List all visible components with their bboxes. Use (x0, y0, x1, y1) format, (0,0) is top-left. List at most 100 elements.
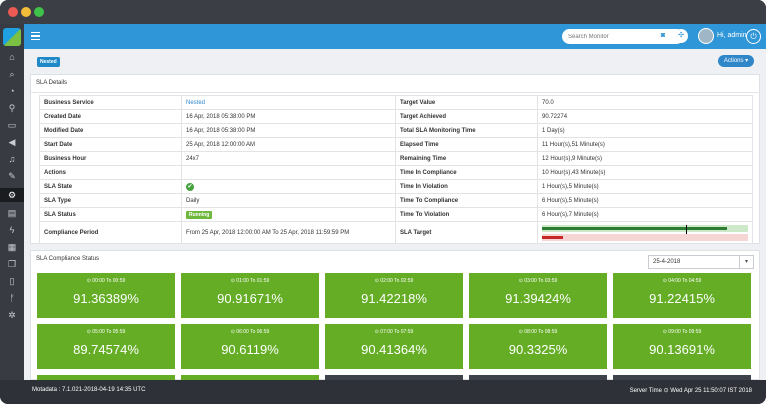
tile-time-range: ⊙ 08:00 To 08:59 (518, 329, 558, 335)
violation-fill (542, 235, 563, 239)
flow-icon[interactable]: ᚠ (7, 293, 17, 303)
tile-time-range: ⊙ 09:00 To 09:59 (662, 329, 702, 335)
sla-value: 24x7 (181, 151, 396, 166)
dashboard-icon[interactable]: ◔ (7, 86, 17, 96)
compliance-tile[interactable]: ⊙ 01:00 To 01:59 90.91671% (181, 273, 319, 318)
sla-value-text: From 25 Apr, 2018 12:00:00 AM To 25 Apr,… (186, 229, 350, 236)
main-content: Nested Actions ▾ SLA Details Business Se… (24, 49, 766, 383)
sla-label: Start Date (39, 137, 182, 152)
table-row: Compliance Period From 25 Apr, 2018 12:00… (39, 221, 753, 244)
sla-target-bar (542, 224, 748, 241)
announce-icon[interactable]: ◀ (7, 137, 17, 147)
date-select[interactable]: 25-4-2018 ▾ (648, 255, 754, 269)
tile-time-range: ⊙ 03:00 To 03:59 (518, 278, 558, 284)
divider (31, 92, 759, 93)
table-row: SLA State ✔ Time In Violation 1 Hour(s),5 M… (39, 179, 753, 194)
sla-label: Target Value (395, 95, 538, 110)
search-nav-icon[interactable]: ⌕ (7, 69, 17, 79)
sla-value-text: Daily (186, 197, 200, 204)
compliance-tile[interactable]: ⊙ 00:00 To 00:59 91.36389% (37, 273, 175, 318)
window-titlebar (0, 0, 766, 24)
sla-value-text: 25 Apr, 2018 12:00:00 AM (186, 141, 256, 148)
close-window-button[interactable] (8, 7, 18, 17)
tile-time-range: ⊙ 05:00 To 05:59 (86, 329, 126, 335)
sla-label: Actions (39, 165, 182, 180)
tile-percentage: 90.6119% (221, 342, 279, 357)
tools-icon[interactable]: ✎ (7, 171, 17, 181)
logout-power-icon[interactable]: ⏻ (746, 29, 761, 44)
report-icon[interactable]: ▤ (7, 208, 17, 218)
sidebar: ⌂ ⌕ ◔ ⚲ ▭ ◀ ♫ ✎ ⚙ ▤ ϟ ▦ ❐ ▯ ᚠ ✲ (0, 24, 24, 380)
target-achieved-fill (542, 226, 728, 230)
sla-value: 90.72274 (537, 109, 753, 124)
target-marker (686, 224, 688, 234)
network-icon[interactable]: ✣ (674, 29, 688, 43)
sla-value (181, 165, 396, 180)
sla-value: 1 Hour(s),5 Minute(s) (537, 179, 753, 194)
business-service-link[interactable]: Nested (186, 100, 205, 106)
table-row: SLA Type Daily Time To Compliance 6 Hour(s)… (39, 193, 753, 208)
tile-time-range: ⊙ 02:00 To 02:59 (374, 278, 414, 284)
calendar-icon[interactable]: ▦ (7, 242, 17, 252)
sla-value: 12 Hour(s),9 Minute(s) (537, 151, 753, 166)
topology-icon[interactable]: ⚲ (7, 103, 17, 113)
sla-details-title: SLA Details (36, 80, 68, 86)
sla-gears-icon[interactable]: ⚙ (0, 188, 24, 202)
version-info: Motadata : 7.1.021-2018-04-19 14:35 UTC (32, 387, 146, 393)
sla-label: Elapsed Time (395, 137, 538, 152)
compliance-tile[interactable]: ⊙ 03:00 To 03:59 91.39424% (469, 273, 607, 318)
monitor-icon[interactable]: ▭ (7, 120, 17, 130)
nested-tag: Nested (37, 57, 60, 67)
sla-label: Business Hour (39, 151, 182, 166)
table-row: Business Service Nested Target Value 70.0 (39, 95, 753, 110)
sla-value[interactable]: Nested (181, 95, 396, 110)
table-row: Start Date 25 Apr, 2018 12:00:00 AM Elapse… (39, 137, 753, 152)
tile-percentage: 90.91671% (217, 291, 283, 306)
sla-label: Time In Violation (395, 179, 538, 194)
tile-time-range: ⊙ 04:00 To 04:59 (662, 278, 702, 284)
sla-value: Running (181, 207, 396, 222)
compliance-tile[interactable]: ⊙ 05:00 To 05:59 89.74574% (37, 324, 175, 369)
avatar[interactable] (698, 28, 714, 44)
sla-label: SLA Target (395, 221, 538, 244)
compliance-tile[interactable]: ⊙ 07:00 To 07:59 90.41364% (325, 324, 463, 369)
alert-bell-icon[interactable]: ♫ (7, 154, 17, 164)
tile-percentage: 91.42218% (361, 291, 427, 306)
sla-value: 11 Hour(s),51 Minute(s) (537, 137, 753, 152)
sla-value-text: 16 Apr, 2018 05:38:00 PM (186, 127, 256, 134)
compliance-tile[interactable]: ⊙ 02:00 To 02:59 91.42218% (325, 273, 463, 318)
copy-icon[interactable]: ❐ (7, 259, 17, 269)
compliance-title: SLA Compliance Status (36, 256, 100, 262)
compliance-tile[interactable]: ⊙ 09:00 To 09:59 90.13691% (613, 324, 751, 369)
sla-label: Modified Date (39, 123, 182, 138)
compliance-tile[interactable]: ⊙ 08:00 To 08:59 90.3325% (469, 324, 607, 369)
sla-label: Created Date (39, 109, 182, 124)
tile-percentage: 90.3325% (508, 342, 568, 357)
sla-details-panel: SLA Details Business Service Nested Target… (30, 74, 760, 244)
sla-label: Remaining Time (395, 151, 538, 166)
sla-label: Time To Compliance (395, 193, 538, 208)
document-icon[interactable]: ▯ (7, 276, 17, 286)
table-row: Modified Date 16 Apr, 2018 05:38:00 PM Tot… (39, 123, 753, 138)
tile-percentage: 90.41364% (361, 342, 427, 357)
chevron-down-icon[interactable]: ▾ (739, 256, 753, 268)
compliance-tile[interactable]: ⊙ 06:00 To 06:59 90.6119% (181, 324, 319, 369)
sla-label: SLA Type (39, 193, 182, 208)
sla-value: Daily (181, 193, 396, 208)
compliance-tile[interactable]: ⊙ 04:00 To 04:59 91.22415% (613, 273, 751, 318)
settings-icon[interactable]: ✲ (7, 310, 17, 320)
menu-toggle-icon[interactable] (31, 32, 40, 40)
camera-icon[interactable]: ◙ (656, 29, 670, 43)
sla-value: 1 Day(s) (537, 123, 753, 138)
actions-button[interactable]: Actions ▾ (718, 55, 754, 67)
sla-label: Total SLA Monitoring Time (395, 123, 538, 138)
maximize-window-button[interactable] (34, 7, 44, 17)
status-badge: Running (186, 210, 213, 219)
home-icon[interactable]: ⌂ (7, 52, 17, 62)
user-greeting[interactable]: Hi, admin (717, 32, 747, 39)
sla-value: 16 Apr, 2018 05:38:00 PM (181, 109, 396, 124)
sla-value: 25 Apr, 2018 12:00:00 AM (181, 137, 396, 152)
minimize-window-button[interactable] (21, 7, 31, 17)
sla-label: Time In Compliance (395, 165, 538, 180)
automation-icon[interactable]: ϟ (7, 225, 17, 235)
